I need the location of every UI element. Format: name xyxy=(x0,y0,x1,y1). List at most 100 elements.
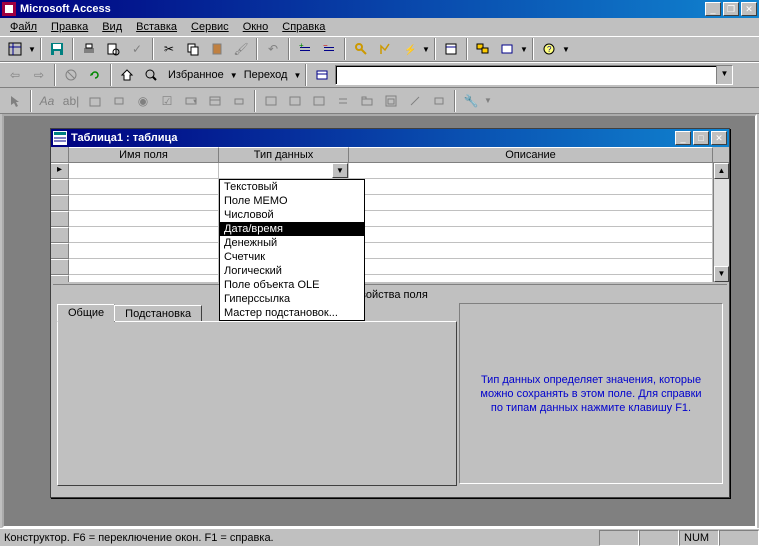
back-button[interactable]: ⇦ xyxy=(4,64,26,86)
scroll-down-button[interactable]: ▼ xyxy=(714,266,729,282)
copy-button[interactable] xyxy=(182,38,204,60)
menu-view[interactable]: Вид xyxy=(96,20,128,34)
help-button[interactable]: ? xyxy=(538,38,560,60)
bound-object-tool xyxy=(308,90,330,112)
row-selector-current[interactable]: ▸ xyxy=(51,163,69,179)
col-header-fieldname[interactable]: Имя поля xyxy=(69,147,219,162)
menu-edit[interactable]: Правка xyxy=(45,20,94,34)
builder-button[interactable]: ⚡ xyxy=(398,38,420,60)
home-button[interactable] xyxy=(116,64,138,86)
row-selector[interactable] xyxy=(51,211,69,227)
minimize-button[interactable]: _ xyxy=(705,2,721,16)
primary-key-button[interactable] xyxy=(350,38,372,60)
mdi-client-area: Таблица1 : таблица _ □ ✕ Имя поля Тип да… xyxy=(2,114,757,528)
datatype-option[interactable]: Дата/время xyxy=(220,222,364,236)
datatype-option[interactable]: Счетчик xyxy=(220,250,364,264)
properties-tabs: Общие Подстановка xyxy=(57,303,457,484)
svg-text:+: + xyxy=(299,42,304,50)
col-header-description[interactable]: Описание xyxy=(349,147,713,162)
menu-file[interactable]: Файл xyxy=(4,20,43,34)
favorites-dropdown[interactable]: ▼ xyxy=(230,71,238,80)
row-selector[interactable] xyxy=(51,195,69,211)
spelling-button[interactable]: ✓ xyxy=(126,38,148,60)
cell-fieldname[interactable] xyxy=(69,163,219,179)
row-selector[interactable] xyxy=(51,227,69,243)
row-selector[interactable] xyxy=(51,243,69,259)
datatype-option[interactable]: Поле объекта OLE xyxy=(220,278,364,292)
show-web-toolbar-button[interactable] xyxy=(311,64,333,86)
print-preview-button[interactable] xyxy=(102,38,124,60)
address-combo[interactable]: ▼ xyxy=(335,65,733,85)
row-selector-header[interactable] xyxy=(51,147,69,162)
child-maximize-button[interactable]: □ xyxy=(693,131,709,145)
insert-rows-button[interactable]: + xyxy=(294,38,316,60)
child-close-button[interactable]: ✕ xyxy=(711,131,727,145)
toolbar-toolbox: Aa ab| ◉ ☑ ▼ 🔧 ▼ xyxy=(0,88,759,114)
toggle-tool xyxy=(108,90,130,112)
table-design-window: Таблица1 : таблица _ □ ✕ Имя поля Тип да… xyxy=(50,128,730,498)
format-painter-button[interactable]: 🖌 xyxy=(230,38,252,60)
favorites-label[interactable]: Избранное xyxy=(164,69,228,81)
database-window-button[interactable] xyxy=(472,38,494,60)
grid-scrollbar[interactable]: ▲ ▼ xyxy=(713,163,729,282)
builder-dropdown[interactable]: ▼ xyxy=(422,45,430,54)
datatype-option[interactable]: Поле MEMO xyxy=(220,194,364,208)
address-dropdown[interactable]: ▼ xyxy=(716,66,732,84)
indexes-button[interactable] xyxy=(374,38,396,60)
scroll-up-button[interactable]: ▲ xyxy=(714,163,729,179)
view-button[interactable] xyxy=(4,38,26,60)
goto-label[interactable]: Переход xyxy=(240,69,292,81)
row-selector[interactable] xyxy=(51,179,69,195)
properties-button[interactable] xyxy=(440,38,462,60)
cell-description[interactable] xyxy=(349,163,713,179)
datatype-option[interactable]: Денежный xyxy=(220,236,364,250)
menu-window[interactable]: Окно xyxy=(237,20,275,34)
datatype-option[interactable]: Мастер подстановок... xyxy=(220,306,364,320)
close-button[interactable]: ✕ xyxy=(741,2,757,16)
datatype-dropdown-button[interactable]: ▼ xyxy=(332,163,348,178)
statusbar: Конструктор. F6 = переключение окон. F1 … xyxy=(0,528,759,546)
menu-insert[interactable]: Вставка xyxy=(130,20,183,34)
datatype-option[interactable]: Логический xyxy=(220,264,364,278)
cell-datatype[interactable]: ▼ xyxy=(219,163,349,179)
restore-button[interactable]: ❐ xyxy=(723,2,739,16)
forward-button[interactable]: ⇨ xyxy=(28,64,50,86)
unbound-object-tool xyxy=(284,90,306,112)
delete-rows-button[interactable]: − xyxy=(318,38,340,60)
col-header-datatype[interactable]: Тип данных xyxy=(219,147,349,162)
tab-lookup[interactable]: Подстановка xyxy=(114,305,202,321)
row-selector[interactable] xyxy=(51,275,69,282)
goto-dropdown[interactable]: ▼ xyxy=(293,71,301,80)
view-dropdown[interactable]: ▼ xyxy=(28,45,36,54)
tab-body-general xyxy=(57,321,457,486)
print-button[interactable] xyxy=(78,38,100,60)
datatype-option[interactable]: Гиперссылка xyxy=(220,292,364,306)
cut-button[interactable]: ✂ xyxy=(158,38,180,60)
undo-button[interactable]: ↶ xyxy=(262,38,284,60)
stop-button[interactable] xyxy=(60,64,82,86)
option-tool: ◉ xyxy=(132,90,154,112)
tab-general[interactable]: Общие xyxy=(57,304,115,322)
help-dropdown[interactable]: ▼ xyxy=(562,45,570,54)
scroll-track[interactable] xyxy=(714,179,729,266)
pointer-tool xyxy=(4,90,26,112)
refresh-button[interactable] xyxy=(84,64,106,86)
svg-text:−: − xyxy=(323,42,328,50)
save-button[interactable] xyxy=(46,38,68,60)
status-pane-1 xyxy=(599,530,639,546)
toolbar-main: ▼ ✓ ✂ 🖌 ↶ + − ⚡ ▼ ▼ ? ▼ xyxy=(0,36,759,62)
button-tool xyxy=(228,90,250,112)
child-minimize-button[interactable]: _ xyxy=(675,131,691,145)
grid-body[interactable]: ▸ ▼ xyxy=(51,163,713,282)
paste-button[interactable] xyxy=(206,38,228,60)
datatype-option[interactable]: Текстовый xyxy=(220,180,364,194)
datatype-option[interactable]: Числовой xyxy=(220,208,364,222)
new-object-button[interactable] xyxy=(496,38,518,60)
menu-help[interactable]: Справка xyxy=(276,20,331,34)
status-text: Конструктор. F6 = переключение окон. F1 … xyxy=(0,532,599,544)
new-object-dropdown[interactable]: ▼ xyxy=(520,45,528,54)
search-web-button[interactable] xyxy=(140,64,162,86)
row-selector[interactable] xyxy=(51,259,69,275)
datatype-dropdown-list[interactable]: ТекстовыйПоле MEMOЧисловойДата/времяДене… xyxy=(219,179,365,321)
menu-tools[interactable]: Сервис xyxy=(185,20,235,34)
